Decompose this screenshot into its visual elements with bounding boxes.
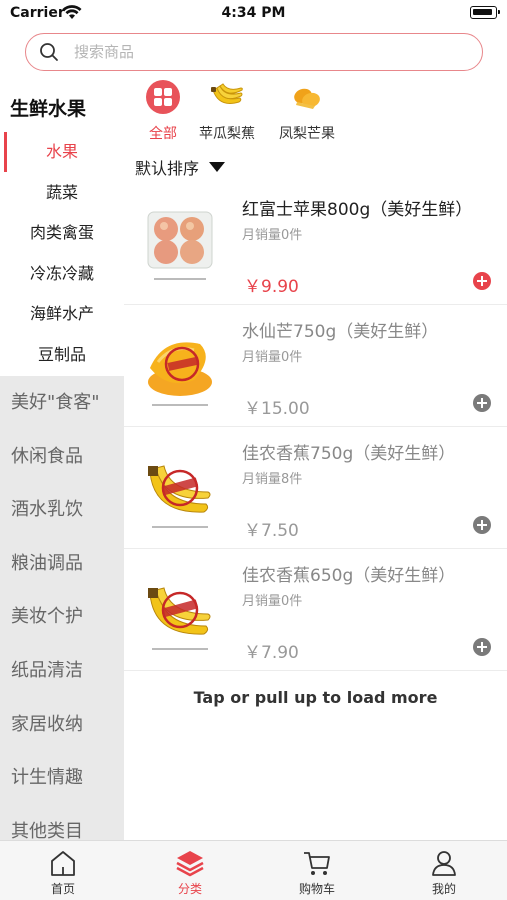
tab-label: 首页 (50, 882, 75, 896)
subcategory-item-frozen[interactable]: 冷冻冷藏 (0, 254, 124, 295)
search-icon (40, 43, 58, 61)
product-image-banana (148, 587, 211, 650)
category-item-paper[interactable]: 纸品清洁 (0, 644, 124, 698)
app-screen: Carrier 4:34 PM 生鲜水果 水果 蔬菜 肉类禽蛋 冷冻冷藏 海鲜水… (0, 0, 507, 900)
home-icon (51, 851, 75, 876)
product-name: 佳农香蕉750g（美好生鲜） (242, 444, 456, 464)
subcategory-list: 水果 蔬菜 肉类禽蛋 冷冻冷藏 海鲜水产 豆制品 (0, 132, 124, 375)
banana-icon (211, 83, 243, 104)
product-card[interactable]: 佳农香蕉750g（美好生鲜） 月销量8件 ￥7.50 (124, 427, 507, 549)
product-sales: 月销量8件 (242, 472, 303, 487)
chip-label: 凤梨芒果 (279, 126, 335, 142)
product-name: 红富士苹果800g（美好生鲜） (242, 200, 473, 220)
category-list: 美好"食客" 休闲食品 酒水乳饮 粮油调品 美妆个护 纸品清洁 家居收纳 计生情… (0, 376, 124, 841)
tab-label: 分类 (177, 882, 202, 896)
search-bar[interactable] (25, 33, 483, 71)
subcategory-item-seafood[interactable]: 海鲜水产 (0, 294, 124, 335)
user-icon (432, 851, 456, 876)
category-item-grain-oil[interactable]: 粮油调品 (0, 537, 124, 591)
product-name: 佳农香蕉650g（美好生鲜） (242, 566, 456, 586)
category-item-drinks[interactable]: 酒水乳饮 (0, 483, 124, 537)
tab-bar: 首页 分类 购物车 我的 (0, 840, 507, 900)
sort-label: 默认排序 (135, 159, 200, 178)
search-input[interactable] (74, 40, 464, 64)
mango-icon (294, 88, 320, 109)
product-image-apple (147, 211, 213, 280)
product-image-mango (148, 342, 212, 406)
subcategory-item-vegetables[interactable]: 蔬菜 (0, 173, 124, 214)
category-item-home[interactable]: 家居收纳 (0, 698, 124, 752)
sidebar-title: 生鲜水果 (10, 98, 87, 120)
product-price: ￥9.90 (244, 277, 299, 297)
tab-profile[interactable]: 我的 (381, 841, 507, 900)
chip-label: 苹瓜梨蕉 (199, 126, 255, 142)
grid-icon (146, 80, 180, 114)
product-price: ￥7.90 (244, 643, 299, 663)
subcategory-item-soy[interactable]: 豆制品 (0, 335, 124, 376)
tab-category[interactable]: 分类 (127, 841, 253, 900)
category-item-beauty[interactable]: 美妆个护 (0, 590, 124, 644)
cart-icon (304, 852, 330, 875)
product-card[interactable]: 红富士苹果800g（美好生鲜） 月销量0件 ￥9.90 (124, 183, 507, 305)
tab-home[interactable]: 首页 (0, 841, 126, 900)
subcategory-item-meat-eggs[interactable]: 肉类禽蛋 (0, 213, 124, 254)
product-card[interactable]: 水仙芒750g（美好生鲜） 月销量0件 ￥15.00 (124, 305, 507, 427)
battery-icon (470, 6, 500, 19)
category-item-adult[interactable]: 计生情趣 (0, 751, 124, 805)
tab-cart[interactable]: 购物车 (254, 841, 380, 900)
chip-pineapple-mango[interactable]: 凤梨芒果 (267, 80, 347, 143)
chip-apple-pear-banana[interactable]: 苹瓜梨蕉 (187, 80, 267, 143)
add-to-cart-icon[interactable] (473, 272, 491, 290)
tab-label: 购物车 (298, 882, 335, 896)
add-to-cart-icon[interactable] (473, 394, 491, 412)
product-image-banana (148, 465, 211, 528)
product-sales: 月销量0件 (242, 594, 303, 609)
sort-dropdown[interactable]: 默认排序 (135, 155, 226, 178)
status-bar: Carrier 4:34 PM (0, 0, 507, 28)
add-to-cart-icon[interactable] (473, 638, 491, 656)
category-item-other[interactable]: 其他类目 (0, 805, 124, 841)
product-sales: 月销量0件 (242, 350, 303, 365)
product-name: 水仙芒750g（美好生鲜） (242, 322, 439, 342)
product-sales: 月销量0件 (242, 228, 303, 243)
category-sidebar: 生鲜水果 水果 蔬菜 肉类禽蛋 冷冻冷藏 海鲜水产 豆制品 美好"食客" 休闲食… (0, 80, 124, 841)
subcategory-item-fruit[interactable]: 水果 (0, 132, 124, 173)
product-price: ￥15.00 (244, 399, 310, 419)
tab-label: 我的 (431, 882, 456, 896)
product-price: ￥7.50 (244, 521, 299, 541)
category-item-snacks[interactable]: 休闲食品 (0, 430, 124, 484)
caret-down-icon (209, 162, 226, 172)
filter-chips: 全部 苹瓜梨蕉 凤梨芒果 (135, 80, 507, 145)
category-item-foodie[interactable]: 美好"食客" (0, 376, 124, 430)
product-list: 红富士苹果800g（美好生鲜） 月销量0件 ￥9.90 水仙芒750g（美好生鲜… (124, 183, 507, 671)
clock: 4:34 PM (221, 5, 286, 21)
load-more-text[interactable]: Tap or pull up to load more (124, 688, 507, 707)
layers-icon (176, 851, 204, 877)
product-card[interactable]: 佳农香蕉650g（美好生鲜） 月销量0件 ￥7.90 (124, 549, 507, 671)
add-to-cart-icon[interactable] (473, 516, 491, 534)
